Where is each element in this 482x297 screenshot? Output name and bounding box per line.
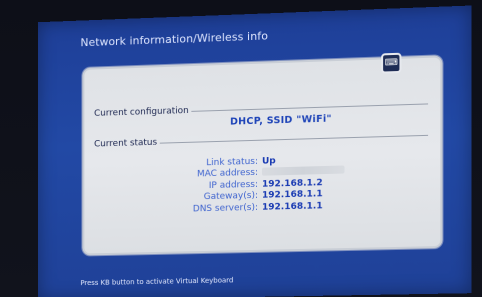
ip-address-value: 192.168.1.2 [261,177,323,190]
current-status-section: Current status [94,130,429,150]
tv-screen: Network information/Wireless info ⌨ Curr… [37,5,472,297]
current-configuration-label: Current configuration [94,105,189,119]
page-title: Network information/Wireless info [80,29,269,50]
configuration-value: DHCP, SSID "WiFi" [230,113,332,128]
redacted-mac [261,165,345,176]
keyboard-hint: Press KB button to activate Virtual Keyb… [80,276,234,288]
photo-background: Network information/Wireless info ⌨ Curr… [0,0,482,297]
section-divider [160,134,429,144]
current-status-label: Current status [94,137,158,150]
gateway-value: 192.168.1.1 [261,189,323,201]
link-status-value: Up [261,156,276,167]
dns-server-value: 192.168.1.1 [261,200,323,213]
network-info-panel: ⌨ Current configuration DHCP, SSID "WiFi… [82,52,443,256]
section-divider [191,102,429,112]
virtual-keyboard-icon[interactable]: ⌨ [381,52,402,74]
mac-address-value [261,165,345,178]
dns-server-label: DNS server(s): [192,202,258,215]
status-list: Link status: Up MAC address: IP address:… [153,151,414,215]
